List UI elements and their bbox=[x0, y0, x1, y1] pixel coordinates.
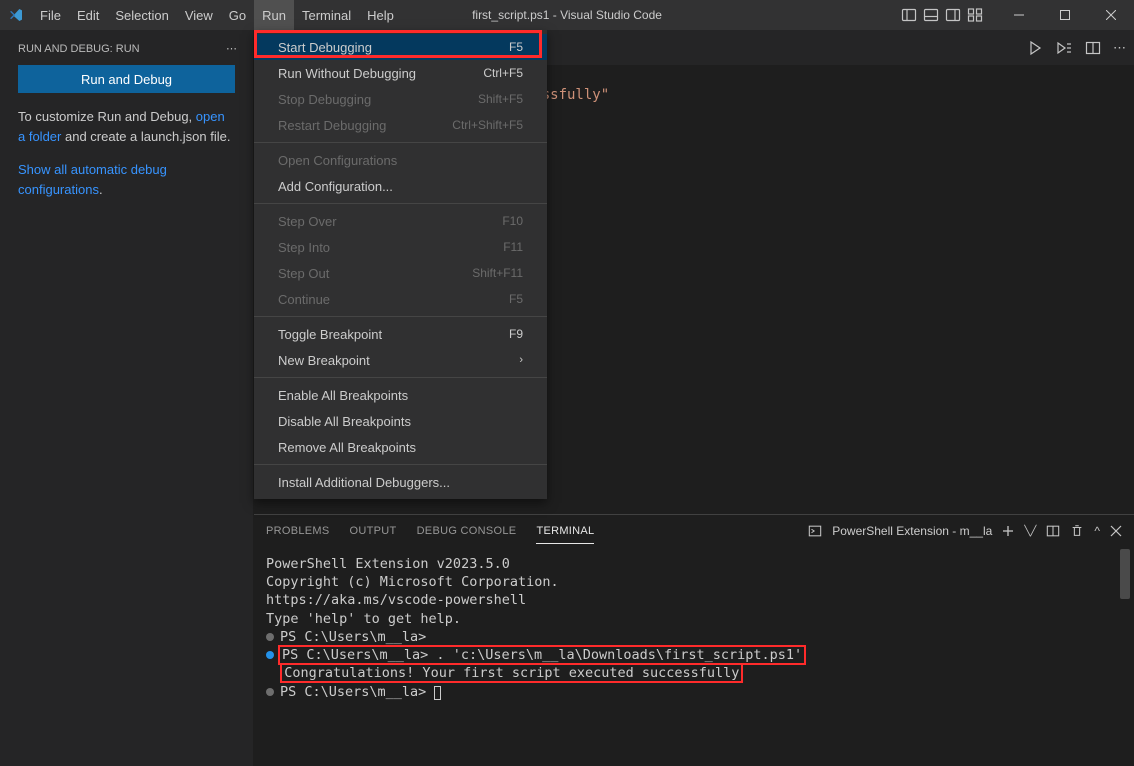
more-icon[interactable]: ⋯ bbox=[1113, 40, 1126, 56]
menu-help[interactable]: Help bbox=[359, 0, 402, 30]
close-panel-icon[interactable] bbox=[1110, 525, 1122, 537]
menu-item-install-additional-debuggers[interactable]: Install Additional Debuggers... bbox=[254, 469, 547, 495]
split-editor-icon[interactable] bbox=[1085, 40, 1101, 56]
submenu-arrow-icon: › bbox=[519, 354, 523, 366]
run-and-debug-sidebar: Run and Debug: Run ⋯ Run and Debug To cu… bbox=[0, 30, 254, 766]
menu-item-toggle-breakpoint[interactable]: Toggle BreakpointF9 bbox=[254, 321, 547, 347]
shortcut: F5 bbox=[509, 292, 523, 306]
panel-tab-debug-console[interactable]: DEBUG CONSOLE bbox=[417, 519, 517, 543]
menu-separator bbox=[254, 203, 547, 204]
new-terminal-icon[interactable] bbox=[1002, 525, 1014, 537]
show-auto-configs-link[interactable]: Show all automatic debug configurations bbox=[18, 162, 167, 197]
term-line: Copyright (c) Microsoft Corporation. bbox=[266, 573, 1134, 591]
more-actions-icon[interactable]: ⋯ bbox=[226, 42, 237, 55]
term-prompt: PS C:\Users\m__la> bbox=[266, 683, 1134, 701]
menu-separator bbox=[254, 316, 547, 317]
terminal[interactable]: PowerShell Extension v2023.5.0 Copyright… bbox=[254, 547, 1134, 766]
menu-item-remove-all-breakpoints[interactable]: Remove All Breakpoints bbox=[254, 434, 547, 460]
menu-separator bbox=[254, 142, 547, 143]
window-title: first_script.ps1 - Visual Studio Code bbox=[472, 8, 662, 22]
menu-item-add-configuration[interactable]: Add Configuration... bbox=[254, 173, 547, 199]
menu-item-start-debugging[interactable]: Start DebuggingF5 bbox=[254, 34, 547, 60]
panel-tab-problems[interactable]: PROBLEMS bbox=[266, 519, 330, 543]
menu-item-enable-all-breakpoints[interactable]: Enable All Breakpoints bbox=[254, 382, 547, 408]
terminal-shell-label[interactable]: PowerShell Extension - m__la bbox=[832, 524, 992, 538]
kill-terminal-icon[interactable] bbox=[1070, 524, 1084, 538]
text: To customize Run and Debug, bbox=[18, 109, 196, 124]
title-controls bbox=[898, 0, 1134, 30]
text: . bbox=[99, 182, 103, 197]
panel-tab-terminal[interactable]: TERMINAL bbox=[536, 519, 594, 544]
sidebar-title: Run and Debug: Run bbox=[18, 43, 140, 55]
panel-right-icon[interactable] bbox=[942, 0, 964, 30]
terminal-dropdown-icon[interactable]: ╲╱ bbox=[1024, 526, 1036, 537]
term-line: https://aka.ms/vscode-powershell bbox=[266, 591, 1134, 609]
menu-item-step-over: Step OverF10 bbox=[254, 208, 547, 234]
term-line: Type 'help' to get help. bbox=[266, 610, 1134, 628]
text: and create a launch.json file. bbox=[61, 129, 230, 144]
vscode-icon bbox=[8, 7, 24, 23]
term-prompt: PS C:\Users\m__la> . 'c:\Users\m__la\Dow… bbox=[266, 646, 1134, 664]
menu-item-run-without-debugging[interactable]: Run Without DebuggingCtrl+F5 bbox=[254, 60, 547, 86]
editor-actions: ⋯ bbox=[1027, 40, 1126, 56]
maximize-panel-icon[interactable]: ^ bbox=[1094, 524, 1100, 538]
minimize-button[interactable] bbox=[996, 0, 1042, 30]
shortcut: F10 bbox=[502, 214, 523, 228]
panel-tab-output[interactable]: OUTPUT bbox=[350, 519, 397, 543]
menu-file[interactable]: File bbox=[32, 0, 69, 30]
menu-view[interactable]: View bbox=[177, 0, 221, 30]
menu-go[interactable]: Go bbox=[221, 0, 254, 30]
menu-item-new-breakpoint[interactable]: New Breakpoint› bbox=[254, 347, 547, 373]
shell-icon[interactable] bbox=[808, 524, 822, 538]
menu-terminal[interactable]: Terminal bbox=[294, 0, 359, 30]
term-line: PowerShell Extension v2023.5.0 bbox=[266, 555, 1134, 573]
run-debug-icon[interactable] bbox=[1055, 40, 1073, 56]
menu-edit[interactable]: Edit bbox=[69, 0, 107, 30]
menu-item-step-into: Step IntoF11 bbox=[254, 234, 547, 260]
menu-bar: FileEditSelectionViewGoRunTerminalHelp bbox=[32, 0, 402, 30]
cursor bbox=[434, 686, 441, 700]
panel-left-icon[interactable] bbox=[898, 0, 920, 30]
menu-item-stop-debugging: Stop DebuggingShift+F5 bbox=[254, 86, 547, 112]
title-bar: FileEditSelectionViewGoRunTerminalHelp f… bbox=[0, 0, 1134, 30]
sidebar-header: Run and Debug: Run ⋯ bbox=[0, 40, 253, 65]
menu-item-restart-debugging: Restart DebuggingCtrl+Shift+F5 bbox=[254, 112, 547, 138]
run-and-debug-button[interactable]: Run and Debug bbox=[18, 65, 235, 93]
menu-run[interactable]: Run bbox=[254, 0, 294, 30]
menu-item-step-out: Step OutShift+F11 bbox=[254, 260, 547, 286]
layout-grid-icon[interactable] bbox=[964, 0, 986, 30]
run-menu-dropdown: Start DebuggingF5Run Without DebuggingCt… bbox=[254, 30, 547, 499]
menu-item-continue: ContinueF5 bbox=[254, 286, 547, 312]
menu-selection[interactable]: Selection bbox=[107, 0, 176, 30]
shortcut: F11 bbox=[503, 240, 523, 254]
term-output: Congratulations! Your first script execu… bbox=[266, 664, 1134, 682]
run-icon[interactable] bbox=[1027, 40, 1043, 56]
maximize-button[interactable] bbox=[1042, 0, 1088, 30]
shortcut: Ctrl+Shift+F5 bbox=[452, 118, 523, 132]
menu-separator bbox=[254, 377, 547, 378]
sidebar-auto-config-text: Show all automatic debug configurations. bbox=[18, 160, 235, 199]
shortcut: F5 bbox=[509, 40, 523, 54]
shortcut: Shift+F11 bbox=[472, 266, 523, 280]
bottom-panel: PROBLEMS OUTPUT DEBUG CONSOLE TERMINAL Powe… bbox=[254, 514, 1134, 766]
close-button[interactable] bbox=[1088, 0, 1134, 30]
shortcut: Shift+F5 bbox=[478, 92, 523, 106]
panel-tabs: PROBLEMS OUTPUT DEBUG CONSOLE TERMINAL Powe… bbox=[254, 515, 1134, 547]
shortcut: Ctrl+F5 bbox=[483, 66, 523, 80]
menu-item-open-configurations: Open Configurations bbox=[254, 147, 547, 173]
sidebar-customize-text: To customize Run and Debug, open a folde… bbox=[18, 107, 235, 146]
split-terminal-icon[interactable] bbox=[1046, 524, 1060, 538]
term-prompt: PS C:\Users\m__la> bbox=[266, 628, 1134, 646]
menu-separator bbox=[254, 464, 547, 465]
menu-item-disable-all-breakpoints[interactable]: Disable All Breakpoints bbox=[254, 408, 547, 434]
shortcut: F9 bbox=[509, 327, 523, 341]
terminal-scrollbar[interactable] bbox=[1120, 549, 1130, 599]
panel-bottom-icon[interactable] bbox=[920, 0, 942, 30]
